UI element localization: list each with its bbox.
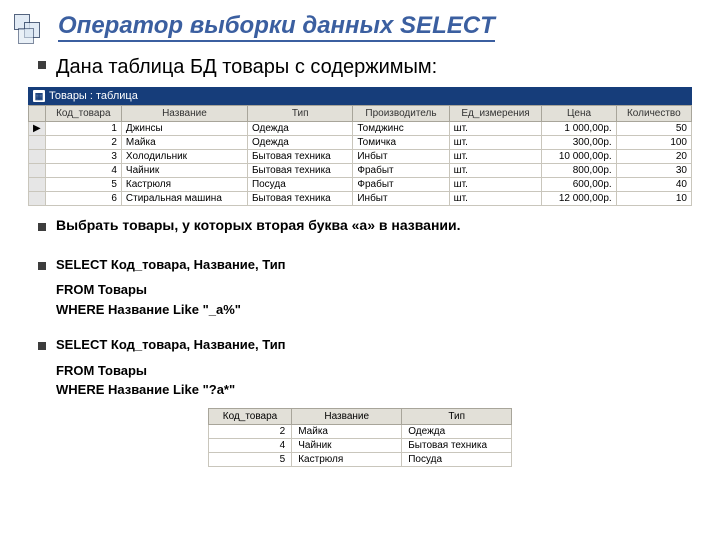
res-cell: 4	[208, 438, 291, 452]
row-selector	[29, 150, 46, 164]
db-cell: 600,00р.	[542, 178, 616, 192]
db-cell: шт.	[449, 122, 542, 136]
bullet-icon	[38, 342, 46, 350]
db-cell: 800,00р.	[542, 164, 616, 178]
db-cell: 30	[616, 164, 691, 178]
db-cell: 2	[45, 136, 121, 150]
db-cell: Холодильник	[121, 150, 247, 164]
table-icon: ▦	[33, 90, 45, 102]
db-cell: Бытовая техника	[247, 164, 352, 178]
sql-line: SELECT Код_товара, Название, Тип	[56, 255, 286, 275]
db-table-screenshot: ▦ Товары : таблица Код_товараНазваниеТип…	[28, 87, 692, 206]
bullet-icon	[38, 61, 46, 69]
db-cell: Джинсы	[121, 122, 247, 136]
res-cell: Чайник	[292, 438, 402, 452]
res-cell: Майка	[292, 424, 402, 438]
db-window-title: Товары : таблица	[49, 90, 138, 102]
db-cell: 6	[45, 192, 121, 206]
db-cell: Томджинс	[353, 122, 449, 136]
db-cell: шт.	[449, 164, 542, 178]
slide-title: Оператор выборки данных SELECT	[58, 12, 692, 40]
db-cell: Одежда	[247, 122, 352, 136]
sql-block-1: SELECT Код_товара, Название, Тип	[56, 255, 286, 275]
db-cell: Инбыт	[353, 192, 449, 206]
db-cell: Бытовая техника	[247, 150, 352, 164]
res-col-header: Тип	[402, 408, 512, 424]
task-text: Выбрать товары, у которых вторая буква «…	[56, 216, 461, 235]
row-selector	[29, 178, 46, 192]
db-cell: 5	[45, 178, 121, 192]
sql-line: SELECT Код_товара, Название, Тип	[56, 335, 286, 355]
db-cell: Фрабыт	[353, 164, 449, 178]
table-row: 2МайкаОдежда	[208, 424, 511, 438]
res-cell: Кастрюля	[292, 452, 402, 466]
intro-text: Дана таблица БД товары с содержимым:	[56, 54, 437, 81]
res-col-header: Код_товара	[208, 408, 291, 424]
slide-title-text: Оператор выборки данных SELECT	[58, 12, 495, 42]
db-cell: Чайник	[121, 164, 247, 178]
res-cell: Одежда	[402, 424, 512, 438]
db-cell: 12 000,00р.	[542, 192, 616, 206]
row-selector	[29, 164, 46, 178]
db-cell: Бытовая техника	[247, 192, 352, 206]
db-col-header: Название	[121, 106, 247, 122]
db-cell: Инбыт	[353, 150, 449, 164]
db-cell: 50	[616, 122, 691, 136]
sql-line: WHERE Название Like "_а%"	[56, 300, 692, 320]
db-cell: Томичка	[353, 136, 449, 150]
table-row: 3ХолодильникБытовая техникаИнбытшт.10 00…	[29, 150, 692, 164]
res-cell: Посуда	[402, 452, 512, 466]
db-cell: Посуда	[247, 178, 352, 192]
db-cell: 300,00р.	[542, 136, 616, 150]
bullet-icon	[38, 262, 46, 270]
bullet-icon	[38, 223, 46, 231]
db-cell: шт.	[449, 178, 542, 192]
row-selector	[29, 192, 46, 206]
db-cell: 20	[616, 150, 691, 164]
db-cell: 40	[616, 178, 691, 192]
table-row: 2МайкаОдеждаТомичкашт.300,00р.100	[29, 136, 692, 150]
db-cell: 10	[616, 192, 691, 206]
res-cell: 2	[208, 424, 291, 438]
db-cell: шт.	[449, 150, 542, 164]
res-cell: Бытовая техника	[402, 438, 512, 452]
db-cell: Одежда	[247, 136, 352, 150]
db-cell: 4	[45, 164, 121, 178]
table-row: 4ЧайникБытовая техника	[208, 438, 511, 452]
db-col-header: Производитель	[353, 106, 449, 122]
table-row: ▶1ДжинсыОдеждаТомджинсшт.1 000,00р.50	[29, 122, 692, 136]
slide-decor-icon	[14, 14, 42, 42]
res-cell: 5	[208, 452, 291, 466]
sql-line: FROM Товары	[56, 361, 692, 381]
table-row: 6Стиральная машинаБытовая техникаИнбытшт…	[29, 192, 692, 206]
sql-block-2: SELECT Код_товара, Название, Тип	[56, 335, 286, 355]
db-cell: шт.	[449, 192, 542, 206]
db-cell: шт.	[449, 136, 542, 150]
db-cell: 100	[616, 136, 691, 150]
db-cell: Фрабыт	[353, 178, 449, 192]
row-selector	[29, 136, 46, 150]
result-table: Код_товараНазваниеТип 2МайкаОдежда4Чайни…	[208, 408, 512, 467]
table-row: 5КастрюляПосуда	[208, 452, 511, 466]
db-window-titlebar: ▦ Товары : таблица	[28, 87, 692, 105]
table-row: 4ЧайникБытовая техникаФрабытшт.800,00р.3…	[29, 164, 692, 178]
db-table: Код_товараНазваниеТипПроизводительЕд_изм…	[28, 105, 692, 206]
db-col-header: Цена	[542, 106, 616, 122]
db-col-header: Код_товара	[45, 106, 121, 122]
sql-line: WHERE Название Like "?а*"	[56, 380, 692, 400]
db-col-header: Тип	[247, 106, 352, 122]
db-cell: 1	[45, 122, 121, 136]
db-cell: Майка	[121, 136, 247, 150]
db-cell: Кастрюля	[121, 178, 247, 192]
sql-line: FROM Товары	[56, 280, 692, 300]
res-col-header: Название	[292, 408, 402, 424]
db-cell: 10 000,00р.	[542, 150, 616, 164]
db-cell: 3	[45, 150, 121, 164]
table-row: 5КастрюляПосудаФрабытшт.600,00р.40	[29, 178, 692, 192]
db-col-header: Количество	[616, 106, 691, 122]
db-cell: Стиральная машина	[121, 192, 247, 206]
row-selector: ▶	[29, 122, 46, 136]
db-cell: 1 000,00р.	[542, 122, 616, 136]
db-col-header: Ед_измерения	[449, 106, 542, 122]
